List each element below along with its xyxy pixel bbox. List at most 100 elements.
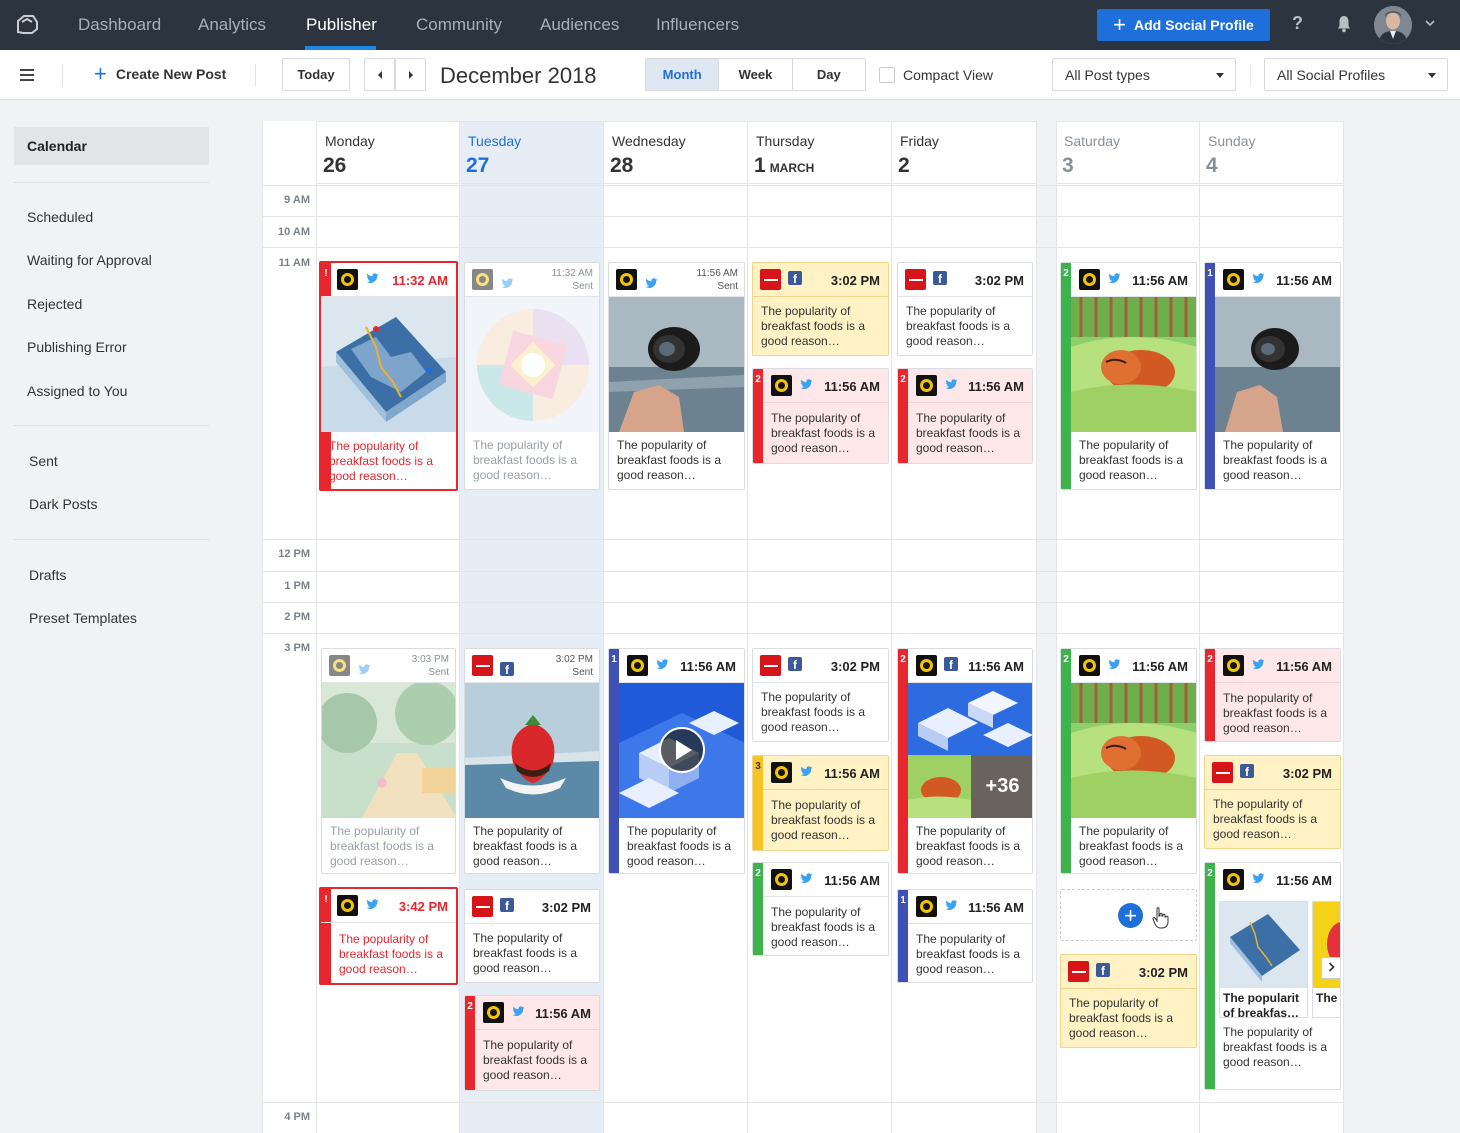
publisher-app: Dashboard Analytics Publisher Community …	[0, 0, 1460, 1133]
emirates-avatar-icon	[472, 896, 493, 917]
compact-view-checkbox[interactable]	[879, 67, 895, 83]
add-post-slot[interactable]: +	[1060, 889, 1197, 941]
today-button[interactable]: Today	[282, 58, 350, 91]
post-card-sent[interactable]: 3:03 PM Sent The popularity of breakfast …	[321, 648, 456, 874]
profile-avatar-icon	[483, 1002, 504, 1023]
twitter-icon	[1108, 273, 1121, 283]
post-image-isometric-video	[619, 683, 744, 818]
view-day-button[interactable]: Day	[793, 59, 865, 90]
sidebar-item-drafts[interactable]: Drafts	[29, 567, 66, 583]
sidebar-item-calendar[interactable]: Calendar	[14, 127, 209, 165]
profile-avatar-icon	[771, 375, 792, 396]
current-period-title: December 2018	[440, 63, 597, 88]
app-logo-icon[interactable]	[14, 12, 40, 38]
time-label: 2 PM	[284, 611, 310, 623]
post-card-sent[interactable]: 11:32 AM Sent The popularity of breakfast…	[464, 262, 600, 490]
post-time: 3:02 PM	[1138, 965, 1188, 980]
post-card-group[interactable]: 2 11:56 AM The popularity of breakfast f…	[752, 368, 889, 464]
post-card-group[interactable]: 2 11:56 AM The popularity of breakfast f…	[897, 368, 1033, 464]
day-number: 1 MARCH	[754, 154, 814, 178]
add-social-profile-button[interactable]: + Add Social Profile	[1097, 9, 1270, 41]
user-avatar[interactable]	[1374, 6, 1412, 44]
post-card-header: 3:03 PM Sent	[322, 649, 455, 683]
help-icon[interactable]: ?	[1292, 13, 1303, 34]
create-new-post-button[interactable]: + Create New Post	[94, 63, 226, 85]
add-post-button[interactable]: +	[1118, 903, 1143, 928]
post-time-sent: 11:56 AM Sent	[696, 267, 738, 293]
day-header-wednesday: Wednesday 28	[604, 121, 748, 184]
post-card-group[interactable]: 2 f 11:56 AM +36 The popularity of break…	[897, 648, 1033, 874]
post-card-pending[interactable]: f 3:02 PM The popularity of breakfast fo…	[1060, 954, 1197, 1048]
facebook-icon: f	[944, 657, 958, 672]
post-card-group[interactable]: 2 11:56 AM The popularity of breakfast f…	[464, 995, 600, 1091]
post-card-group[interactable]: 2 11:56 AM The popularity of breakfast f…	[1204, 648, 1341, 742]
post-image-park	[322, 683, 455, 818]
post-text: The popularity of breakfast foods is a g…	[1069, 996, 1174, 1040]
sidebar-item-rejected[interactable]: Rejected	[27, 296, 82, 312]
sidebar-item-assigned-to-you[interactable]: Assigned to You	[27, 383, 127, 399]
post-card-error[interactable]: ! 11:32 AM The popularity of breakfast f…	[319, 261, 458, 491]
twitter-icon	[800, 766, 813, 776]
hour-line	[262, 571, 1344, 572]
post-card-group[interactable]: 2 11:56 AM The popularity of breakfast f…	[752, 862, 889, 956]
carousel-item[interactable]: The popularit of breakfas…	[1219, 901, 1308, 1020]
post-card-group[interactable]: 2 11:56 AM The popularity of breakfast f…	[1060, 262, 1197, 490]
post-card-group[interactable]: 2 11:56 AM The popularity of breakfast f…	[1060, 648, 1197, 874]
post-types-value: All Post types	[1065, 66, 1150, 83]
chevron-down-icon[interactable]	[1425, 18, 1435, 28]
post-card-pending[interactable]: f 3:02 PM The popularity of breakfast fo…	[752, 262, 889, 356]
carousel-next-button[interactable]	[1321, 957, 1340, 979]
weekend-separator	[1037, 121, 1056, 1133]
nav-tab-analytics[interactable]: Analytics	[198, 15, 266, 35]
post-time: 11:32 AM	[551, 268, 593, 279]
nav-tab-community[interactable]: Community	[416, 15, 502, 35]
nav-tab-publisher[interactable]: Publisher	[306, 15, 377, 35]
group-count: 2	[1063, 268, 1069, 279]
sidebar-item-scheduled[interactable]: Scheduled	[27, 209, 93, 225]
post-time: 11:56 AM	[824, 873, 880, 888]
nav-tab-audiences[interactable]: Audiences	[540, 15, 619, 35]
twitter-icon	[501, 278, 514, 288]
carousel-item-title: The of br	[1316, 991, 1340, 1005]
day-header-friday: Friday 2	[892, 121, 1037, 184]
compact-view-toggle[interactable]: Compact View	[879, 67, 993, 83]
group-count: 2	[755, 374, 761, 385]
sidebar-item-preset-templates[interactable]: Preset Templates	[29, 610, 137, 626]
post-card[interactable]: 11:56 AM Sent The popularity of breakfast…	[608, 262, 745, 490]
post-card-group[interactable]: 3 11:56 AM The popularity of breakfast f…	[752, 755, 889, 851]
group-count: 1	[900, 895, 906, 906]
post-card[interactable]: f 3:02 PM The popularity of breakfast fo…	[752, 648, 889, 742]
post-card-carousel[interactable]: 2 11:56 AM The popularit of breakfas… Th…	[1204, 862, 1341, 1090]
post-card-header: 11:56 AM	[908, 369, 1032, 403]
post-card-error[interactable]: ! 3:42 PM The popularity of breakfast fo…	[319, 887, 458, 985]
post-card-sent[interactable]: f 3:02 PM Sent The popularity of breakfas…	[464, 648, 600, 874]
post-card-group[interactable]: 1 11:56 AM The popularity of breakfast f…	[897, 889, 1033, 983]
sidebar-item-waiting-for-approval[interactable]: Waiting for Approval	[27, 252, 152, 268]
post-card[interactable]: f 3:02 PM The popularity of breakfast fo…	[897, 262, 1033, 356]
previous-period-button[interactable]	[364, 58, 395, 91]
next-period-button[interactable]	[395, 58, 426, 91]
sidebar-item-publishing-error[interactable]: Publishing Error	[27, 339, 127, 355]
post-card-pending[interactable]: f 3:02 PM The popularity of breakfast fo…	[1204, 755, 1341, 849]
nav-tab-influencers[interactable]: Influencers	[656, 15, 739, 35]
view-month-button[interactable]: Month	[646, 59, 720, 90]
post-image-more[interactable]: +36	[971, 755, 1032, 818]
post-card[interactable]: f 3:02 PM The popularity of breakfast fo…	[464, 889, 600, 983]
post-card-group[interactable]: 1 11:56 AM The popularity of breakfast f…	[1204, 262, 1341, 490]
sidebar-item-dark-posts[interactable]: Dark Posts	[29, 496, 97, 512]
sidebar-item-sent[interactable]: Sent	[29, 453, 58, 469]
social-profiles-dropdown[interactable]: All Social Profiles	[1264, 58, 1448, 91]
bell-icon[interactable]	[1337, 15, 1351, 33]
group-count: 2	[755, 868, 761, 879]
view-week-button[interactable]: Week	[719, 59, 793, 90]
post-types-dropdown[interactable]: All Post types	[1052, 58, 1236, 91]
profile-avatar-icon	[329, 655, 350, 676]
sidebar-divider	[14, 425, 209, 426]
post-card-header: 11:56 AM Sent	[609, 263, 744, 297]
post-card-group[interactable]: 1 11:56 AM The popularity of breakfast f…	[608, 648, 745, 874]
nav-tab-dashboard[interactable]: Dashboard	[78, 15, 161, 35]
menu-icon[interactable]	[20, 69, 34, 81]
hour-line	[262, 185, 1344, 186]
sidebar-divider	[14, 539, 209, 540]
day-number: 3	[1062, 154, 1074, 178]
